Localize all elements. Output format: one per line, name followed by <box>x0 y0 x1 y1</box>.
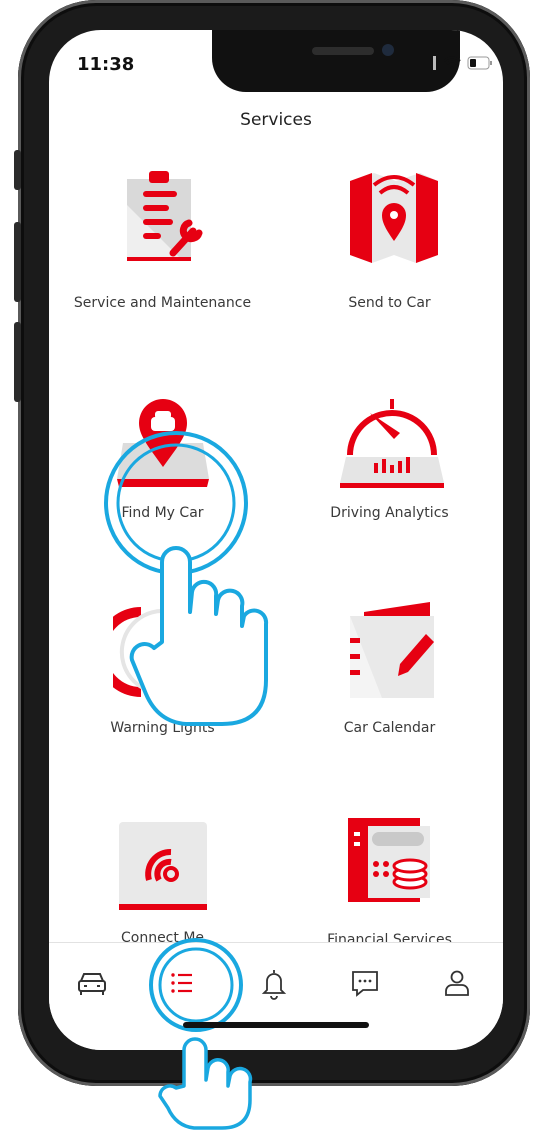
home-indicator <box>183 1022 369 1028</box>
bell-icon <box>261 970 287 1000</box>
car-tab[interactable] <box>72 963 112 1003</box>
car-calendar-tile[interactable]: Car Calendar <box>276 590 503 750</box>
send-to-car-tile[interactable]: Send to Car <box>276 155 503 315</box>
camera <box>382 44 394 56</box>
connect-signal-icon <box>119 822 207 910</box>
mute-switch <box>14 150 21 190</box>
warning-lights-label: Warning Lights <box>110 720 215 736</box>
speaker <box>312 47 374 55</box>
tab-bar <box>49 942 503 1050</box>
driving-analytics-label: Driving Analytics <box>330 505 449 521</box>
car-calendar-label: Car Calendar <box>343 720 436 736</box>
car-location-pin-icon <box>117 399 209 487</box>
send-to-car-label: Send to Car <box>348 295 431 311</box>
service-maintenance-label: Service and Maintenance <box>73 295 252 311</box>
list-icon <box>171 973 192 993</box>
user-icon <box>445 970 469 996</box>
messages-tab[interactable] <box>345 963 385 1003</box>
services-tab[interactable] <box>162 963 202 1003</box>
volume-up-button <box>14 222 21 302</box>
speedometer-chart-icon <box>340 399 444 488</box>
map-pin-signal-icon <box>350 173 438 263</box>
notifications-tab[interactable] <box>254 963 294 1003</box>
profile-tab[interactable] <box>437 963 477 1003</box>
car-icon <box>78 973 106 995</box>
wifi-icon <box>443 56 461 70</box>
clipboard-wrench-icon <box>127 171 203 261</box>
driving-analytics-tile[interactable]: Driving Analytics <box>276 375 503 535</box>
dashboard-gauge-icon <box>113 607 184 697</box>
connect-me-tile[interactable]: Connect Me <box>49 810 276 950</box>
calendar-notebook-icon <box>350 602 434 698</box>
find-my-car-label: Find My Car <box>121 505 204 521</box>
app-screen: 11:38 Services Service and Maintenance S… <box>49 30 503 1050</box>
finance-coins-icon <box>348 818 430 902</box>
find-my-car-tile[interactable]: Find My Car <box>49 375 276 535</box>
financial-services-tile[interactable]: Financial Services <box>276 810 503 950</box>
warning-lights-tile[interactable]: Warning Lights <box>49 590 276 750</box>
signal-icon <box>418 56 436 70</box>
status-time: 11:38 <box>77 54 135 75</box>
chat-icon <box>352 971 378 997</box>
page-title: Services <box>240 110 312 130</box>
status-icons <box>417 56 493 70</box>
battery-icon <box>467 56 492 70</box>
volume-down-button <box>14 322 21 402</box>
service-maintenance-tile[interactable]: Service and Maintenance <box>49 155 276 315</box>
